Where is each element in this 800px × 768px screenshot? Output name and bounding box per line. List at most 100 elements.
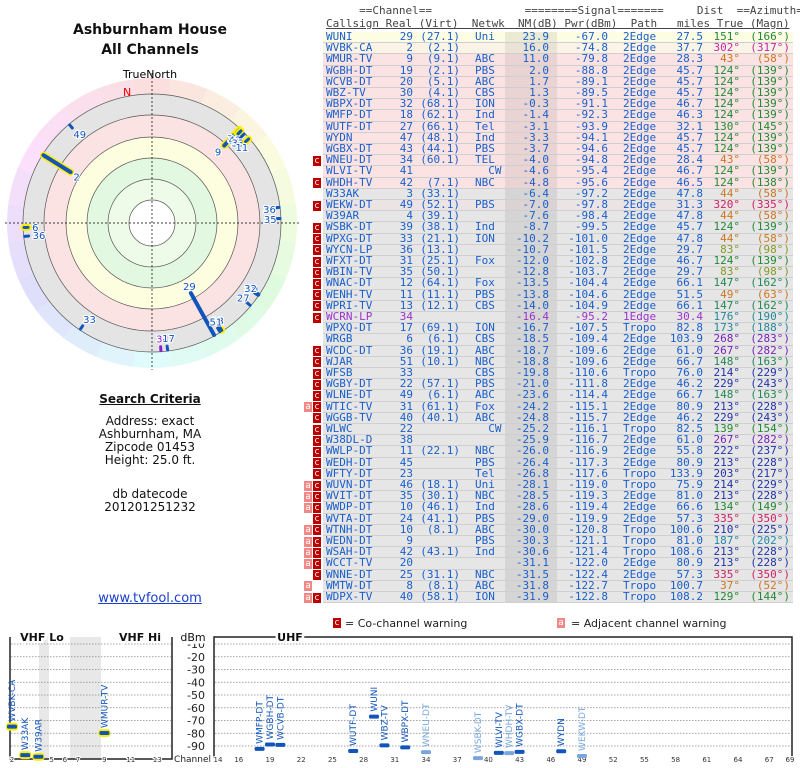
station-label: WYDN — [557, 718, 567, 746]
station-label: WUNI — [370, 687, 380, 712]
channel-tick: 22 — [297, 756, 306, 764]
co-channel-warning-icon: c — [313, 368, 321, 379]
dbm-tick: -70 — [187, 715, 205, 728]
station-label: 35 — [264, 215, 277, 226]
dbm-tick: -90 — [187, 740, 205, 753]
channel-axis-label: Channel — [174, 755, 211, 765]
co-channel-warning-icon: c — [313, 536, 321, 547]
station-bar — [244, 137, 251, 144]
north-marker: N — [123, 86, 131, 99]
co-channel-warning-icon: c — [313, 413, 321, 424]
station-bar — [236, 129, 243, 136]
station-marker — [254, 746, 265, 751]
cell-magn: (144°) — [750, 590, 790, 603]
page-subtitle: All Channels — [101, 42, 199, 58]
cell-virt: (10.1) — [420, 354, 460, 368]
station-marker — [400, 745, 411, 750]
adjacent-warning-icon: a — [304, 402, 312, 413]
station-marker — [514, 749, 525, 754]
adjacent-warning-icon: a — [304, 558, 312, 569]
cell-virt: (40.1) — [420, 410, 460, 424]
station-bar — [216, 326, 222, 334]
station-label: WUTF-DT — [349, 704, 359, 746]
station-marker — [473, 756, 483, 761]
channel-tick: 34 — [422, 756, 431, 764]
channel-tick: 37 — [453, 756, 462, 764]
cell-virt: (60.1) — [420, 153, 460, 167]
co-channel-warning-icon: c — [313, 390, 321, 401]
cell-virt: (22.1) — [420, 444, 460, 458]
cell-virt: (12.1) — [420, 298, 460, 312]
station-marker — [275, 742, 286, 747]
city-text: Ashburnham, MA — [98, 427, 202, 441]
station-marker — [577, 753, 587, 758]
co-channel-warning-icon: c — [313, 200, 321, 211]
station-marker — [369, 714, 379, 719]
dbm-tick: -60 — [187, 702, 205, 715]
cell-virt: (43.1) — [420, 545, 460, 559]
station-label: 9 — [215, 147, 221, 158]
tvfool-link[interactable]: www.tvfool.com — [0, 591, 300, 606]
cell-true: 129° — [713, 590, 741, 603]
channel-tick: 46 — [546, 756, 555, 764]
co-channel-warning-icon: c — [313, 570, 321, 581]
channel-tick: 31 — [390, 756, 399, 764]
station-label: WGBH-DT — [266, 694, 276, 739]
address-text: Address: exact — [105, 414, 195, 428]
channel-tick: 14 — [214, 756, 223, 764]
uhf-label: UHF — [277, 631, 303, 644]
channel-tick: 69 — [786, 756, 795, 764]
search-criteria-title: Search Criteria — [99, 392, 201, 406]
station-label: 11 — [236, 143, 249, 154]
station-marker — [20, 753, 31, 758]
cell-real: 40 — [399, 590, 413, 603]
cell-netwk: CW — [475, 422, 502, 435]
co-channel-warning-icon: c — [313, 222, 321, 233]
channel-tick: 11 — [126, 756, 135, 764]
station-label: WVBK-CA — [8, 679, 18, 722]
co-channel-warning-icon: c — [313, 592, 321, 603]
cell-netwk: Uni — [475, 30, 495, 43]
polar-plot: N2929192030322734349 43333635121113341763… — [5, 73, 299, 370]
co-channel-warning-icon: c — [313, 446, 321, 457]
channel-tick: 16 — [234, 756, 243, 764]
station-label: 17 — [162, 334, 175, 345]
station-label: W33AK — [21, 717, 31, 751]
station-marker — [421, 750, 431, 755]
cell-netwk: ION — [475, 590, 495, 603]
station-label: WGBX-DT — [516, 703, 526, 747]
channel-tick: 40 — [484, 756, 493, 764]
dbm-tick: -40 — [187, 676, 205, 689]
station-marker — [379, 743, 390, 748]
station-label: WSBK-DT — [474, 711, 484, 753]
channel-tick: 43 — [515, 756, 524, 764]
co-channel-warning-icon: c — [313, 525, 321, 536]
cell-dist: 108.2 — [669, 590, 703, 603]
co-channel-warning-icon: c — [313, 402, 321, 413]
cell-netwk: NBC — [475, 175, 495, 189]
station-bar — [68, 123, 74, 130]
spectrum-chart: -10-20-30-40-50-60-70-80-90VHF Lo VHF Hi d… — [6, 629, 795, 765]
cell-netwk: ION — [475, 231, 495, 245]
station-bar — [239, 132, 246, 139]
dbm-tick: -80 — [187, 727, 205, 740]
co-channel-warning-icon: c — [313, 245, 321, 256]
channel-tick: 13 — [153, 756, 162, 764]
adjacent-warning-icon: a — [304, 525, 312, 536]
adjacent-warning-icon: a — [304, 581, 312, 592]
co-channel-warning-icon: c — [313, 278, 321, 289]
dbm-tick: -50 — [187, 689, 205, 702]
co-channel-warning-icon: c — [313, 346, 321, 357]
station-label: WBPX-DT — [401, 700, 411, 742]
table-header-groups: ==Channel== ========Signal======= Dist =… — [326, 4, 800, 17]
channel-tick: 28 — [359, 756, 368, 764]
channel-tick: 25 — [328, 756, 337, 764]
dbm-tick: -30 — [187, 664, 205, 677]
dbm-unit-label: dBm — [180, 631, 205, 644]
cell-call[interactable]: WDPX-TV — [326, 591, 372, 603]
co-channel-warning-icon: c — [313, 290, 321, 301]
co-channel-warning-icon: c — [313, 480, 321, 491]
db-datecode-label: db datecode — [112, 487, 188, 501]
station-label: WBZ-TV — [380, 704, 390, 740]
adjacent-warning-icon: a — [304, 547, 312, 558]
